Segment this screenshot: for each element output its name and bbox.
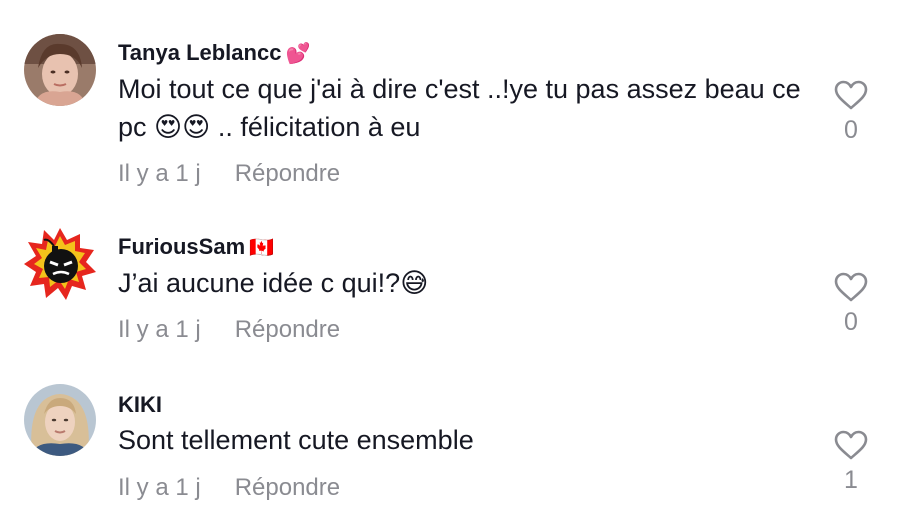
comment-meta: Il y a 1 j Répondre bbox=[118, 160, 340, 188]
comment-timestamp: Il y a 1 j bbox=[118, 160, 201, 187]
heart-outline-icon[interactable] bbox=[834, 272, 868, 302]
comment-meta: Il y a 1 j Répondre bbox=[118, 474, 340, 502]
reply-button[interactable]: Répondre bbox=[235, 316, 340, 343]
comment-timestamp: Il y a 1 j bbox=[118, 316, 201, 343]
username-text[interactable]: Tanya Leblancc bbox=[118, 40, 281, 65]
like-count: 0 bbox=[844, 116, 858, 144]
username-emoji: 💕 bbox=[285, 43, 311, 65]
avatar[interactable] bbox=[24, 34, 96, 106]
like-count: 1 bbox=[844, 466, 858, 494]
reply-button[interactable]: Répondre bbox=[235, 160, 340, 187]
comment-username[interactable]: KIKI bbox=[118, 392, 162, 418]
like-button[interactable]: 0 bbox=[826, 272, 876, 337]
like-button[interactable]: 1 bbox=[826, 430, 876, 495]
heart-outline-icon[interactable] bbox=[834, 430, 868, 460]
username-text[interactable]: FuriousSam bbox=[118, 234, 245, 259]
comment-text: Sont tellement cute ensemble bbox=[118, 425, 474, 455]
heart-outline-icon[interactable] bbox=[834, 80, 868, 110]
avatar[interactable] bbox=[24, 384, 96, 456]
like-count: 0 bbox=[844, 308, 858, 336]
comment-username[interactable]: Tanya Leblancc 💕 bbox=[118, 40, 310, 66]
like-button[interactable]: 0 bbox=[826, 80, 876, 145]
comment-meta: Il y a 1 j Répondre bbox=[118, 316, 340, 344]
comment-text: Moi tout ce que j'ai à dire c'est ..!ye … bbox=[118, 74, 801, 142]
avatar[interactable] bbox=[24, 228, 96, 300]
reply-button[interactable]: Répondre bbox=[235, 474, 340, 501]
comment-timestamp: Il y a 1 j bbox=[118, 474, 201, 501]
comment-username[interactable]: FuriousSam 🇨🇦 bbox=[118, 234, 274, 260]
username-flag: 🇨🇦 bbox=[249, 237, 275, 259]
comment-text: J’ai aucune idée c qui!?😅 bbox=[118, 268, 429, 298]
username-text[interactable]: KIKI bbox=[118, 392, 162, 417]
bomb-avatar-icon bbox=[24, 228, 96, 300]
